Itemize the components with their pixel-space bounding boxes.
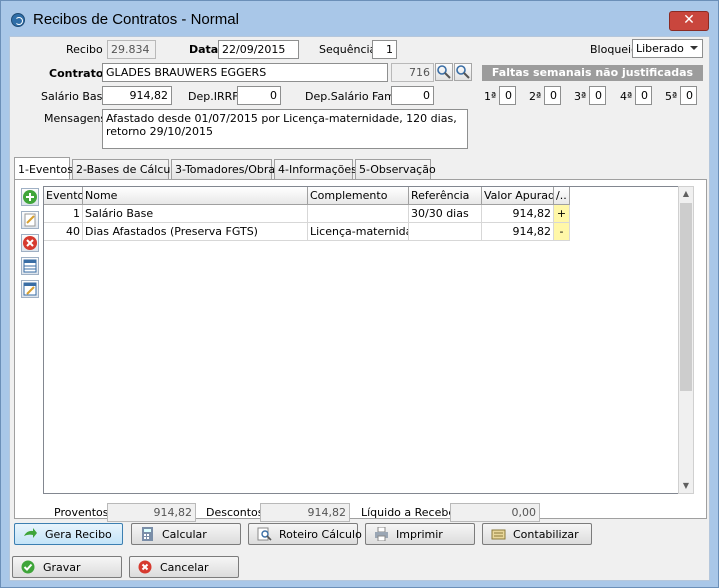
table-cell[interactable]: Licença-maternidade (308, 223, 409, 241)
faltas-week-label: 2ª (529, 90, 542, 103)
search-icon[interactable] (435, 63, 453, 81)
table-cell-flag[interactable]: - (554, 223, 570, 241)
faltas-week-field[interactable]: 0 (680, 86, 697, 105)
bloqueio-select[interactable]: Liberado (632, 39, 703, 58)
calculator-icon (140, 527, 155, 541)
cancel-icon (138, 560, 153, 574)
table-cell-flag[interactable]: + (554, 205, 570, 223)
faltas-week-label: 1ª (484, 90, 497, 103)
search-icon[interactable] (454, 63, 472, 81)
faltas-week-label: 3ª (574, 90, 587, 103)
column-header-referencia[interactable]: Referência (409, 187, 482, 205)
recibo-label: Recibo (66, 43, 103, 56)
contrato-field[interactable]: GLADES BRAUWERS EGGERS (102, 63, 388, 82)
printer-icon (374, 526, 389, 542)
column-header-valor[interactable]: Valor Apurado (482, 187, 554, 205)
salario-field[interactable]: 914,82 (102, 86, 172, 105)
data-field[interactable]: 22/09/2015 12 (218, 40, 299, 59)
liquido-label: Líquido a Receber (361, 506, 460, 519)
scroll-up-icon[interactable]: ▲ (679, 187, 693, 201)
table-cell[interactable] (409, 223, 482, 241)
delete-icon[interactable] (21, 234, 39, 252)
proventos-label: Proventos (54, 506, 109, 519)
depsal-label: Dep.Salário Fam. (305, 90, 399, 103)
contrato-label: Contrato (49, 67, 104, 80)
scroll-thumb[interactable] (680, 203, 692, 391)
irrf-label: Dep.IRRF (188, 90, 239, 103)
scroll-down-icon[interactable]: ▼ (679, 479, 693, 493)
descontos-field: 914,82 (260, 503, 350, 522)
grid-toolbar (21, 188, 41, 303)
recibo-field: 29.834 (107, 40, 156, 59)
main-window: Recibos de Contratos - Normal ✕ Recibo 2… (0, 0, 719, 588)
table-cell[interactable] (308, 205, 409, 223)
mensagens-label: Mensagens (44, 112, 107, 125)
ledger-icon (491, 527, 506, 541)
app-icon (11, 13, 25, 27)
depsal-field[interactable]: 0 (391, 86, 434, 105)
eventos-pane: Evento Nome Complemento Referência Valor… (14, 179, 707, 519)
form-edit-icon[interactable] (21, 280, 39, 298)
grid-scrollbar[interactable]: ▲ ▼ (678, 186, 694, 494)
data-value: 22/09/2015 (222, 43, 286, 56)
irrf-field[interactable]: 0 (237, 86, 281, 105)
search-document-icon (257, 527, 272, 541)
close-button[interactable]: ✕ (669, 11, 709, 31)
table-cell[interactable]: 914,82 (482, 205, 554, 223)
salario-label: Salário Base (41, 90, 110, 103)
faltas-week-field[interactable]: 0 (499, 86, 516, 105)
contrato-code: 716 (391, 63, 434, 82)
table-cell[interactable]: 30/30 dias (409, 205, 482, 223)
sequencia-label: Sequência (319, 43, 377, 56)
bloqueio-value: Liberado (636, 42, 684, 55)
column-header-evento[interactable]: Evento (44, 187, 83, 205)
table-cell[interactable]: Salário Base (83, 205, 308, 223)
data-label: Data (189, 43, 219, 56)
faltas-week-label: 5ª (665, 90, 678, 103)
form-body: Recibo 29.834 Data 22/09/2015 12 Sequênc… (9, 36, 710, 581)
faltas-week-field[interactable]: 0 (544, 86, 561, 105)
bloqueio-label: Bloqueio (590, 43, 638, 56)
cancelar-button[interactable]: Cancelar (129, 556, 239, 578)
arrow-right-icon (23, 527, 38, 541)
title-bar: Recibos de Contratos - Normal ✕ (1, 1, 718, 37)
faltas-week-field[interactable]: 0 (635, 86, 652, 105)
descontos-label: Descontos (206, 506, 264, 519)
faltas-week-field[interactable]: 0 (589, 86, 606, 105)
tab-informacoes[interactable]: 4-Informações (274, 159, 357, 180)
table-cell[interactable]: Dias Afastados (Preserva FGTS) (83, 223, 308, 241)
calcular-button[interactable]: Calcular (131, 523, 241, 545)
sequencia-field[interactable]: 1 (372, 40, 397, 59)
table-cell[interactable]: 1 (44, 205, 83, 223)
proventos-field: 914,82 (107, 503, 196, 522)
table-cell[interactable]: 40 (44, 223, 83, 241)
edit-icon[interactable] (21, 211, 39, 229)
table-cell[interactable]: 914,82 (482, 223, 554, 241)
gravar-button[interactable]: Gravar (12, 556, 122, 578)
column-header-nome[interactable]: Nome (83, 187, 308, 205)
faltas-week-label: 4ª (620, 90, 633, 103)
column-header-flag[interactable]: /.. (554, 187, 570, 205)
faltas-title: Faltas semanais não justificadas (482, 65, 703, 81)
gera-recibo-button[interactable]: Gera Recibo (14, 523, 123, 545)
column-header-complemento[interactable]: Complemento (308, 187, 409, 205)
add-icon[interactable] (21, 188, 39, 206)
tab-bases-calculo[interactable]: 2-Bases de Cálculo (72, 159, 180, 180)
mensagens-field[interactable]: Afastado desde 01/07/2015 por Licença-ma… (102, 109, 468, 149)
chevron-down-icon (690, 46, 698, 50)
eventos-grid[interactable]: Evento Nome Complemento Referência Valor… (43, 186, 694, 494)
tab-observacao[interactable]: 5-Observação (355, 159, 436, 180)
roteiro-calculo-button[interactable]: Roteiro Cálculo (248, 523, 362, 545)
imprimir-button[interactable]: Imprimir (365, 523, 475, 545)
tab-eventos[interactable]: 1-Eventos (14, 157, 73, 179)
window-title: Recibos de Contratos - Normal (33, 11, 239, 28)
check-icon (21, 560, 36, 574)
contabilizar-button[interactable]: Contabilizar (482, 523, 592, 545)
table-icon[interactable] (21, 257, 39, 275)
tab-tomadores-obras[interactable]: 3-Tomadores/Obras (171, 159, 281, 180)
liquido-field: 0,00 (450, 503, 540, 522)
